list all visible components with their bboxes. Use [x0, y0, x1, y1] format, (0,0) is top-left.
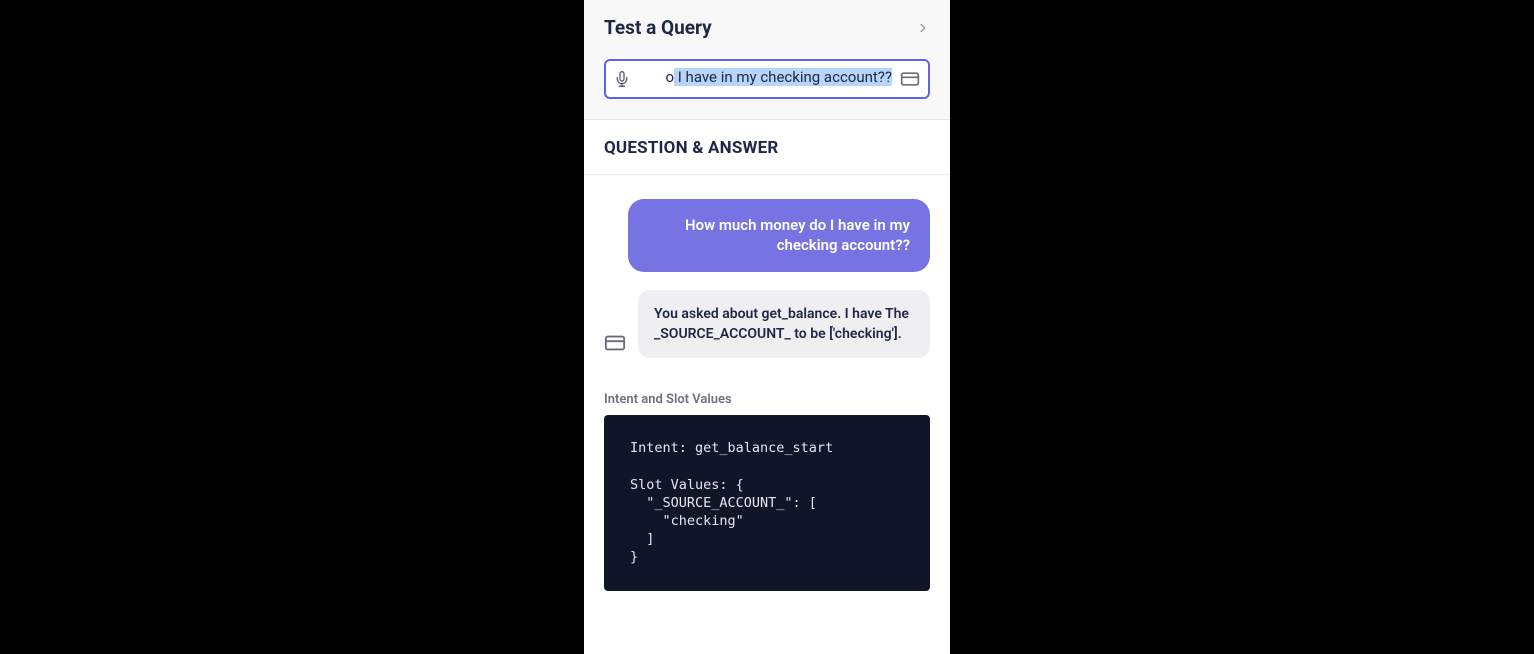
query-input[interactable]: o I have in my checking account?? — [604, 59, 930, 99]
query-tester-panel: Test a Query o I have in my checking acc… — [584, 0, 950, 654]
bot-message-bubble: You asked about get_balance. I have The … — [638, 290, 930, 359]
query-text-selection: I have in my checking account?? — [674, 68, 892, 86]
intent-code-block: Intent: get_balance_start Slot Values: {… — [604, 415, 930, 591]
query-text-visible[interactable]: o I have in my checking account?? — [638, 68, 892, 90]
bot-avatar-icon — [604, 332, 628, 354]
header-row: Test a Query — [604, 16, 930, 39]
microphone-icon[interactable] — [614, 71, 630, 87]
bot-message-row: You asked about get_balance. I have The … — [604, 290, 930, 359]
conversation-area: How much money do I have in my checking … — [584, 175, 950, 382]
user-message-bubble: How much money do I have in my checking … — [628, 199, 930, 272]
card-icon[interactable] — [900, 69, 920, 89]
panel-title: Test a Query — [604, 16, 712, 39]
intent-block-label: Intent and Slot Values — [584, 392, 950, 407]
qa-section-title: QUESTION & ANSWER — [584, 120, 950, 175]
chevron-right-icon[interactable] — [916, 21, 930, 35]
query-prefix: o — [665, 68, 674, 86]
panel-header: Test a Query o I have in my checking acc… — [584, 0, 950, 120]
